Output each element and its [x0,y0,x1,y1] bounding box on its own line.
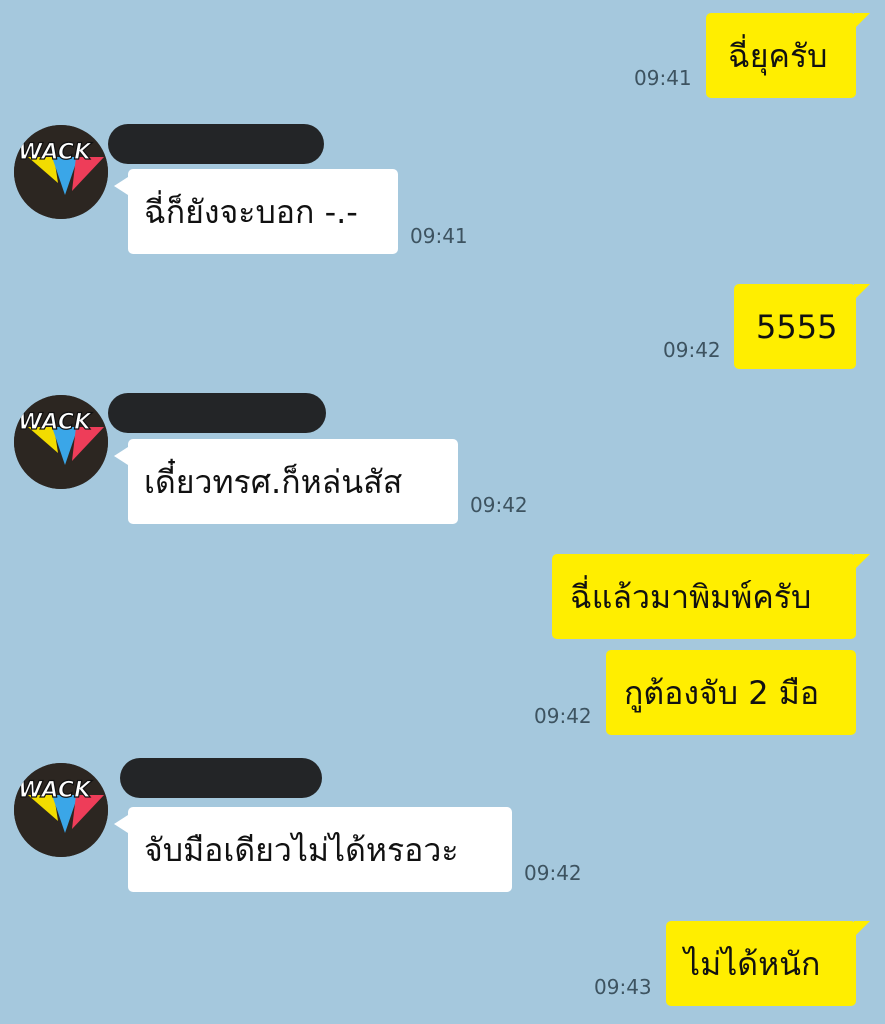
message-bubble-outgoing[interactable]: ฉี่แล้วมาพิมพ์ครับ [552,554,870,639]
contact-avatar[interactable]: WACK [14,395,108,489]
bubble-tail [114,177,128,195]
message-timestamp: 09:43 [594,975,652,999]
contact-avatar[interactable]: WACK [14,763,108,857]
message-bubble-incoming[interactable]: เดี๋ยวทรศ.ก็หล่นสัส [114,439,458,524]
message-timestamp: 09:41 [634,66,692,90]
message-text: ฉี่ยุครับ [728,36,828,75]
avatar-logo-text: WACK [18,140,93,165]
message-timestamp: 09:42 [663,338,721,362]
bubble-tail [114,447,128,465]
message-timestamp: 09:41 [410,224,468,248]
message-bubble-outgoing[interactable]: ฉี่ยุครับ [706,13,870,98]
message-timestamp: 09:42 [470,493,528,517]
message-text: ไม่ได้หนัก [684,944,821,983]
avatar-logo-icon: WACK [14,125,108,219]
message-bubble-incoming[interactable]: จับมือเดียวไม่ได้หรอวะ [114,807,512,892]
avatar-logo-text: WACK [18,778,93,803]
message-bubble-incoming[interactable]: ฉี่ก็ยังจะบอก -.- [114,169,398,254]
message-text: กูต้องจับ 2 มือ [624,673,820,712]
avatar-logo-icon: WACK [14,395,108,489]
message-text: 5555 [756,307,838,346]
bubble-tail [854,284,870,300]
bubble-tail [114,815,128,833]
message-text: เดี๋ยวทรศ.ก็หล่นสัส [144,462,403,501]
avatar-logo-text: WACK [18,410,93,435]
message-text: จับมือเดียวไม่ได้หรอวะ [144,830,459,869]
message-text: ฉี่แล้วมาพิมพ์ครับ [570,577,812,616]
bubble-tail [854,554,870,570]
contact-name-redacted [108,124,324,164]
message-timestamp: 09:42 [534,704,592,728]
message-bubble-outgoing[interactable]: ไม่ได้หนัก [666,921,870,1006]
message-bubble-outgoing[interactable]: กูต้องจับ 2 มือ [606,650,856,735]
contact-name-redacted [108,393,326,433]
contact-avatar[interactable]: WACK [14,125,108,219]
message-timestamp: 09:42 [524,861,582,885]
message-bubble-outgoing[interactable]: 5555 [734,284,870,369]
contact-name-redacted [120,758,322,798]
message-text: ฉี่ก็ยังจะบอก -.- [144,192,358,231]
bubble-tail [854,13,870,29]
bubble-tail [854,921,870,937]
avatar-logo-icon: WACK [14,763,108,857]
